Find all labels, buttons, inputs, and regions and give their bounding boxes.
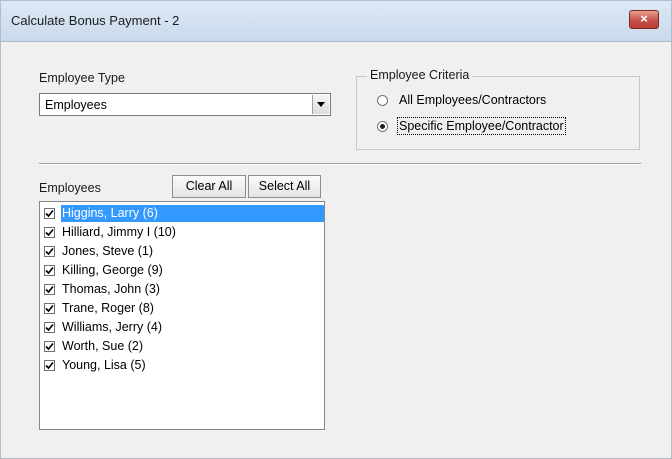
list-item-label: Killing, George (9) xyxy=(62,263,163,277)
checkbox[interactable] xyxy=(44,246,55,257)
checkbox[interactable] xyxy=(44,341,55,352)
employees-checklist[interactable]: Higgins, Larry (6) Hilliard, Jimmy I (10… xyxy=(39,201,325,430)
list-item[interactable]: Jones, Steve (1) xyxy=(42,243,322,260)
employee-criteria-group xyxy=(356,76,640,150)
list-item[interactable]: Hilliard, Jimmy I (10) xyxy=(42,224,322,241)
title-bar[interactable]: Calculate Bonus Payment - 2 × xyxy=(1,1,671,42)
checkbox[interactable] xyxy=(44,303,55,314)
check-icon xyxy=(45,285,54,294)
list-item-label: Young, Lisa (5) xyxy=(62,358,146,372)
radio-button-all[interactable] xyxy=(377,95,388,106)
check-icon xyxy=(45,247,54,256)
close-button[interactable]: × xyxy=(629,10,659,29)
list-item-label: Thomas, John (3) xyxy=(62,282,160,296)
close-icon: × xyxy=(640,11,648,26)
checkbox[interactable] xyxy=(44,265,55,276)
employees-label: Employees xyxy=(39,181,101,195)
checkbox[interactable] xyxy=(44,322,55,333)
radio-label-specific: Specific Employee/Contractor xyxy=(397,117,566,135)
list-item-label: Jones, Steve (1) xyxy=(62,244,154,258)
check-icon xyxy=(45,361,54,370)
list-item[interactable]: Young, Lisa (5) xyxy=(42,357,322,374)
list-item[interactable]: Trane, Roger (8) xyxy=(42,300,322,317)
employee-criteria-legend: Employee Criteria xyxy=(367,68,473,82)
check-icon xyxy=(45,304,54,313)
checkbox[interactable] xyxy=(44,284,55,295)
employee-type-value: Employees xyxy=(45,98,107,112)
radio-button-specific[interactable] xyxy=(377,121,388,132)
list-item[interactable]: Williams, Jerry (4) xyxy=(42,319,322,336)
list-item[interactable]: Killing, George (9) xyxy=(42,262,322,279)
select-all-button[interactable]: Select All xyxy=(248,175,321,198)
list-item-label: Williams, Jerry (4) xyxy=(62,320,162,334)
list-item[interactable]: Worth, Sue (2) xyxy=(42,338,322,355)
window-title: Calculate Bonus Payment - 2 xyxy=(11,13,180,28)
dialog-window: Calculate Bonus Payment - 2 × Employee T… xyxy=(0,0,672,459)
horizontal-divider xyxy=(39,163,641,165)
check-icon xyxy=(45,209,54,218)
check-icon xyxy=(45,228,54,237)
radio-label-all: All Employees/Contractors xyxy=(399,93,547,107)
list-item-label: Worth, Sue (2) xyxy=(62,339,144,353)
checkbox[interactable] xyxy=(44,227,55,238)
check-icon xyxy=(45,342,54,351)
list-item-label: Hilliard, Jimmy I (10) xyxy=(62,225,176,239)
clear-all-button[interactable]: Clear All xyxy=(172,175,246,198)
check-icon xyxy=(45,266,54,275)
list-item-label: Trane, Roger (8) xyxy=(62,301,154,315)
check-icon xyxy=(45,323,54,332)
chevron-down-icon[interactable] xyxy=(312,95,329,114)
checkbox[interactable] xyxy=(44,360,55,371)
list-item[interactable]: Thomas, John (3) xyxy=(42,281,322,298)
checkbox[interactable] xyxy=(44,208,55,219)
list-item-label: Higgins, Larry (6) xyxy=(61,205,324,222)
employee-type-dropdown[interactable]: Employees xyxy=(39,93,331,116)
employee-type-label: Employee Type xyxy=(39,71,125,85)
list-item[interactable]: Higgins, Larry (6) xyxy=(42,205,324,222)
